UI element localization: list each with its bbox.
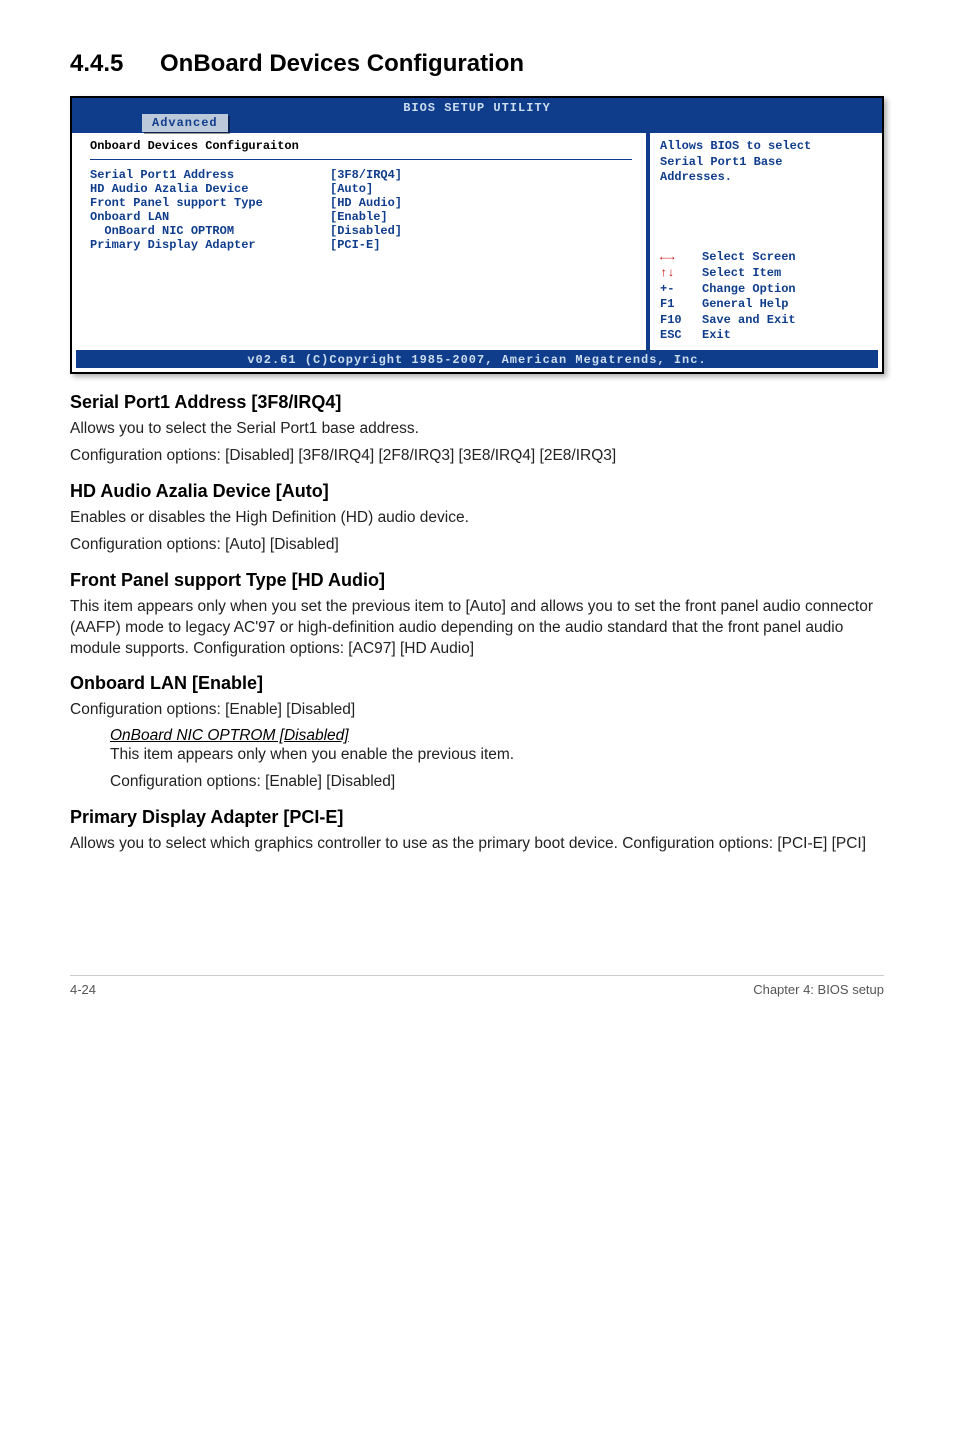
bios-label: HD Audio Azalia Device — [90, 182, 330, 196]
nav-arrows-icon: ←→ — [660, 250, 702, 266]
paragraph: This item appears only when you set the … — [70, 597, 884, 660]
bios-value: [Disabled] — [330, 224, 632, 238]
paragraph: Configuration options: [Enable] [Disable… — [70, 700, 884, 721]
bios-label: Front Panel support Type — [90, 196, 330, 210]
bios-value: [3F8/IRQ4] — [330, 168, 632, 182]
page-number: 4-24 — [70, 982, 96, 997]
help-line: Addresses. — [660, 170, 868, 186]
key-row: ↑↓Select Item — [660, 266, 868, 282]
bios-row: Serial Port1 Address [3F8/IRQ4] — [90, 168, 632, 182]
bios-tab-advanced: Advanced — [142, 114, 228, 132]
bios-screenshot: BIOS SETUP UTILITY Advanced Onboard Devi… — [70, 96, 884, 374]
subheading: Onboard LAN [Enable] — [70, 673, 884, 694]
bios-value: [HD Audio] — [330, 196, 632, 210]
key-row: +-Change Option — [660, 282, 868, 298]
bios-title: BIOS SETUP UTILITY — [403, 101, 551, 115]
paragraph: Enables or disables the High Definition … — [70, 508, 884, 529]
bios-help-panel: Allows BIOS to select Serial Port1 Base … — [648, 133, 878, 352]
subheading: HD Audio Azalia Device [Auto] — [70, 481, 884, 502]
bios-row: HD Audio Azalia Device [Auto] — [90, 182, 632, 196]
key-desc: Save and Exit — [702, 313, 796, 329]
bios-panel-title: Onboard Devices Configuraiton — [90, 139, 299, 153]
bios-key-legend: ←→Select Screen ↑↓Select Item +-Change O… — [660, 250, 868, 344]
bios-help-text: Allows BIOS to select Serial Port1 Base … — [660, 139, 868, 186]
section-heading: 4.4.5 OnBoard Devices Configuration — [70, 50, 884, 78]
key-desc: Change Option — [702, 282, 796, 298]
paragraph: Allows you to select which graphics cont… — [70, 834, 884, 855]
key-desc: General Help — [702, 297, 788, 313]
bios-value: [Enable] — [330, 210, 632, 224]
key-row: F10Save and Exit — [660, 313, 868, 329]
bios-footer: v02.61 (C)Copyright 1985-2007, American … — [76, 352, 878, 368]
key-row: F1General Help — [660, 297, 868, 313]
chapter-label: Chapter 4: BIOS setup — [753, 982, 884, 997]
page-footer: 4-24 Chapter 4: BIOS setup — [70, 975, 884, 997]
bios-main-panel: Onboard Devices Configuraiton Serial Por… — [76, 133, 648, 352]
key-label: ESC — [660, 328, 702, 344]
key-desc: Select Item — [702, 266, 781, 282]
key-desc: Exit — [702, 328, 731, 344]
paragraph: Configuration options: [Auto] [Disabled] — [70, 535, 884, 556]
key-row: ←→Select Screen — [660, 250, 868, 266]
bios-label: Serial Port1 Address — [90, 168, 330, 182]
key-label: +- — [660, 282, 702, 298]
nav-arrows-icon: ↑↓ — [660, 266, 702, 282]
bios-row: Onboard LAN [Enable] — [90, 210, 632, 224]
bios-body: Onboard Devices Configuraiton Serial Por… — [72, 133, 882, 352]
bios-label: OnBoard NIC OPTROM — [90, 224, 330, 238]
bios-row: Front Panel support Type [HD Audio] — [90, 196, 632, 210]
key-desc: Select Screen — [702, 250, 796, 266]
bios-label: Primary Display Adapter — [90, 238, 330, 252]
subheading: Primary Display Adapter [PCI-E] — [70, 807, 884, 828]
bios-tabs: Advanced — [72, 114, 882, 132]
section-title: OnBoard Devices Configuration — [160, 50, 524, 78]
paragraph: Allows you to select the Serial Port1 ba… — [70, 419, 884, 440]
sub-item-title: OnBoard NIC OPTROM [Disabled] — [110, 727, 884, 745]
section-number: 4.4.5 — [70, 50, 130, 78]
paragraph: Configuration options: [Disabled] [3F8/I… — [70, 446, 884, 467]
key-row: ESCExit — [660, 328, 868, 344]
key-label: F1 — [660, 297, 702, 313]
bios-row: Primary Display Adapter [PCI-E] — [90, 238, 632, 252]
key-label: F10 — [660, 313, 702, 329]
paragraph: This item appears only when you enable t… — [110, 745, 884, 766]
paragraph: Configuration options: [Enable] [Disable… — [110, 772, 884, 793]
help-line: Allows BIOS to select — [660, 139, 868, 155]
bios-value: [Auto] — [330, 182, 632, 196]
subheading: Serial Port1 Address [3F8/IRQ4] — [70, 392, 884, 413]
bios-label: Onboard LAN — [90, 210, 330, 224]
bios-value: [PCI-E] — [330, 238, 632, 252]
subheading: Front Panel support Type [HD Audio] — [70, 570, 884, 591]
bios-title-bar: BIOS SETUP UTILITY Advanced — [72, 98, 882, 133]
bios-row: OnBoard NIC OPTROM [Disabled] — [90, 224, 632, 238]
sub-item-block: OnBoard NIC OPTROM [Disabled] This item … — [70, 727, 884, 793]
help-line: Serial Port1 Base — [660, 155, 868, 171]
